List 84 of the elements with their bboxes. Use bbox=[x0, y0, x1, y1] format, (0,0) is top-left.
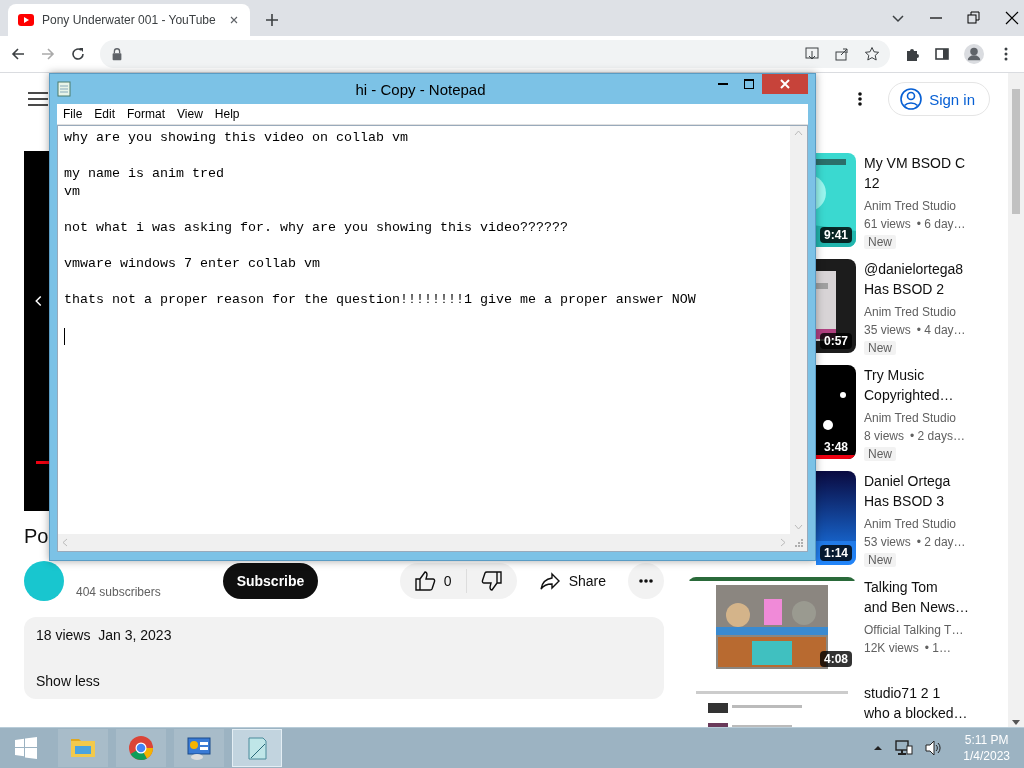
clock-time: 5:11 PM bbox=[964, 732, 1009, 748]
view-count: 8 views bbox=[864, 428, 904, 445]
related-video-title[interactable]: @danielortega8 Has BSOD 2 bbox=[864, 259, 1000, 299]
star-icon[interactable] bbox=[864, 46, 880, 62]
share-arrow-icon bbox=[538, 570, 561, 592]
chevron-up-icon[interactable] bbox=[873, 744, 884, 752]
video-title: Po bbox=[24, 525, 49, 549]
taskbar-app-button[interactable] bbox=[174, 729, 224, 767]
resize-grip-icon[interactable] bbox=[794, 538, 804, 548]
side-panel-icon[interactable] bbox=[934, 46, 950, 62]
related-video-title[interactable]: My VM BSOD C 12 bbox=[864, 153, 1000, 193]
restore-icon[interactable] bbox=[966, 10, 982, 26]
new-badge: New bbox=[864, 553, 896, 567]
youtube-icon bbox=[18, 12, 34, 28]
more-button[interactable] bbox=[628, 563, 664, 599]
menu-item[interactable]: Format bbox=[121, 107, 172, 121]
view-count: 35 views bbox=[864, 322, 911, 339]
channel-name[interactable]: Official Talking T… bbox=[864, 621, 1000, 639]
video-stats: 18 views Jan 3, 2023 bbox=[36, 627, 173, 643]
new-badge: New bbox=[864, 447, 896, 461]
related-video-title[interactable]: Try Music Copyrighted… bbox=[864, 365, 1000, 405]
install-icon[interactable] bbox=[804, 46, 820, 62]
channel-name[interactable]: Anim Tred Studio bbox=[864, 303, 1000, 321]
notepad-icon bbox=[57, 81, 71, 97]
close-icon[interactable] bbox=[1004, 10, 1020, 26]
channel-name[interactable]: Anim Tred Studio bbox=[864, 515, 1000, 533]
maximize-icon bbox=[744, 79, 754, 89]
upload-age: • 2 day… bbox=[916, 534, 966, 551]
back-arrow-icon[interactable] bbox=[10, 46, 26, 62]
thumbs-down-icon bbox=[480, 570, 503, 592]
upload-age: • 4 day… bbox=[916, 322, 966, 339]
reload-icon[interactable] bbox=[70, 46, 86, 62]
subscribe-button[interactable]: Subscribe bbox=[223, 563, 318, 599]
minimize-icon bbox=[718, 83, 728, 85]
related-video-title[interactable]: Talking Tom and Ben News… bbox=[864, 577, 1000, 617]
plus-icon[interactable] bbox=[264, 12, 280, 28]
share-icon[interactable] bbox=[834, 46, 850, 62]
close-icon bbox=[780, 79, 790, 89]
duration-label: 9:41 bbox=[819, 227, 852, 243]
windows-logo-icon bbox=[15, 737, 37, 759]
channel-name[interactable]: Anim Tred Studio bbox=[864, 197, 1000, 215]
scrollbar[interactable] bbox=[1008, 73, 1024, 727]
menu-item[interactable]: Help bbox=[208, 107, 246, 121]
browser-tab[interactable]: Pony Underwater 001 - YouTube bbox=[8, 4, 250, 36]
like-button[interactable]: 0 bbox=[399, 563, 466, 599]
user-circle-icon bbox=[899, 87, 924, 111]
new-badge: New bbox=[864, 235, 896, 249]
close-button[interactable] bbox=[762, 74, 808, 94]
upload-age: • 1… bbox=[924, 640, 951, 657]
channel-name[interactable]: Anim Tred Studio bbox=[864, 409, 1000, 427]
show-less-link[interactable]: Show less bbox=[36, 673, 652, 689]
menu-icon[interactable] bbox=[28, 89, 48, 109]
menu-item[interactable]: View bbox=[171, 107, 209, 121]
network-icon[interactable] bbox=[895, 740, 914, 756]
clock-date: 1/4/2023 bbox=[963, 748, 1010, 764]
puzzle-icon[interactable] bbox=[904, 46, 920, 62]
related-video-title[interactable]: studio71 2 1 who a blocked… bbox=[864, 683, 1000, 723]
thumbs-up-icon bbox=[413, 570, 436, 592]
view-count: 53 views bbox=[864, 534, 911, 551]
view-count: 61 views bbox=[864, 216, 911, 233]
related-video-title[interactable]: Daniel Ortega Has BSOD 3 bbox=[864, 471, 1000, 511]
window-title: hi - Copy - Notepad bbox=[355, 80, 486, 98]
control-panel-icon bbox=[185, 734, 213, 762]
upload-age: • 6 day… bbox=[916, 216, 966, 233]
menu-item[interactable]: File bbox=[57, 107, 89, 121]
text-caret bbox=[64, 328, 65, 345]
taskbar-app-button[interactable] bbox=[116, 729, 166, 767]
chrome-icon bbox=[127, 734, 155, 762]
scrollbar-thumb[interactable] bbox=[1012, 89, 1020, 214]
menu-item[interactable]: Edit bbox=[88, 107, 122, 121]
volume-icon[interactable] bbox=[925, 740, 944, 756]
duration-label: 0:57 bbox=[819, 333, 852, 349]
new-badge: New bbox=[864, 341, 896, 355]
document-text: why are you showing this video on collab vm my name is anim tred vm not what i was asking for. why are you showing this video?????? vmware windows 7 enter collab vm thats not a proper reason for the question!!!!!!!!1 give me a proper answer NOW bbox=[64, 129, 696, 309]
upload-age: • 2 days… bbox=[910, 428, 965, 445]
close-icon[interactable] bbox=[228, 14, 240, 26]
share-button[interactable]: Share bbox=[524, 563, 620, 599]
sign-in-button[interactable]: Sign in bbox=[888, 82, 990, 116]
view-count: 12K views bbox=[864, 640, 919, 657]
profile-icon[interactable] bbox=[964, 44, 984, 64]
duration-label: 1:14 bbox=[819, 545, 852, 561]
duration-label: 4:08 bbox=[819, 651, 852, 667]
subscriber-count: 404 subscribers bbox=[75, 585, 162, 601]
lock-icon bbox=[110, 47, 124, 61]
